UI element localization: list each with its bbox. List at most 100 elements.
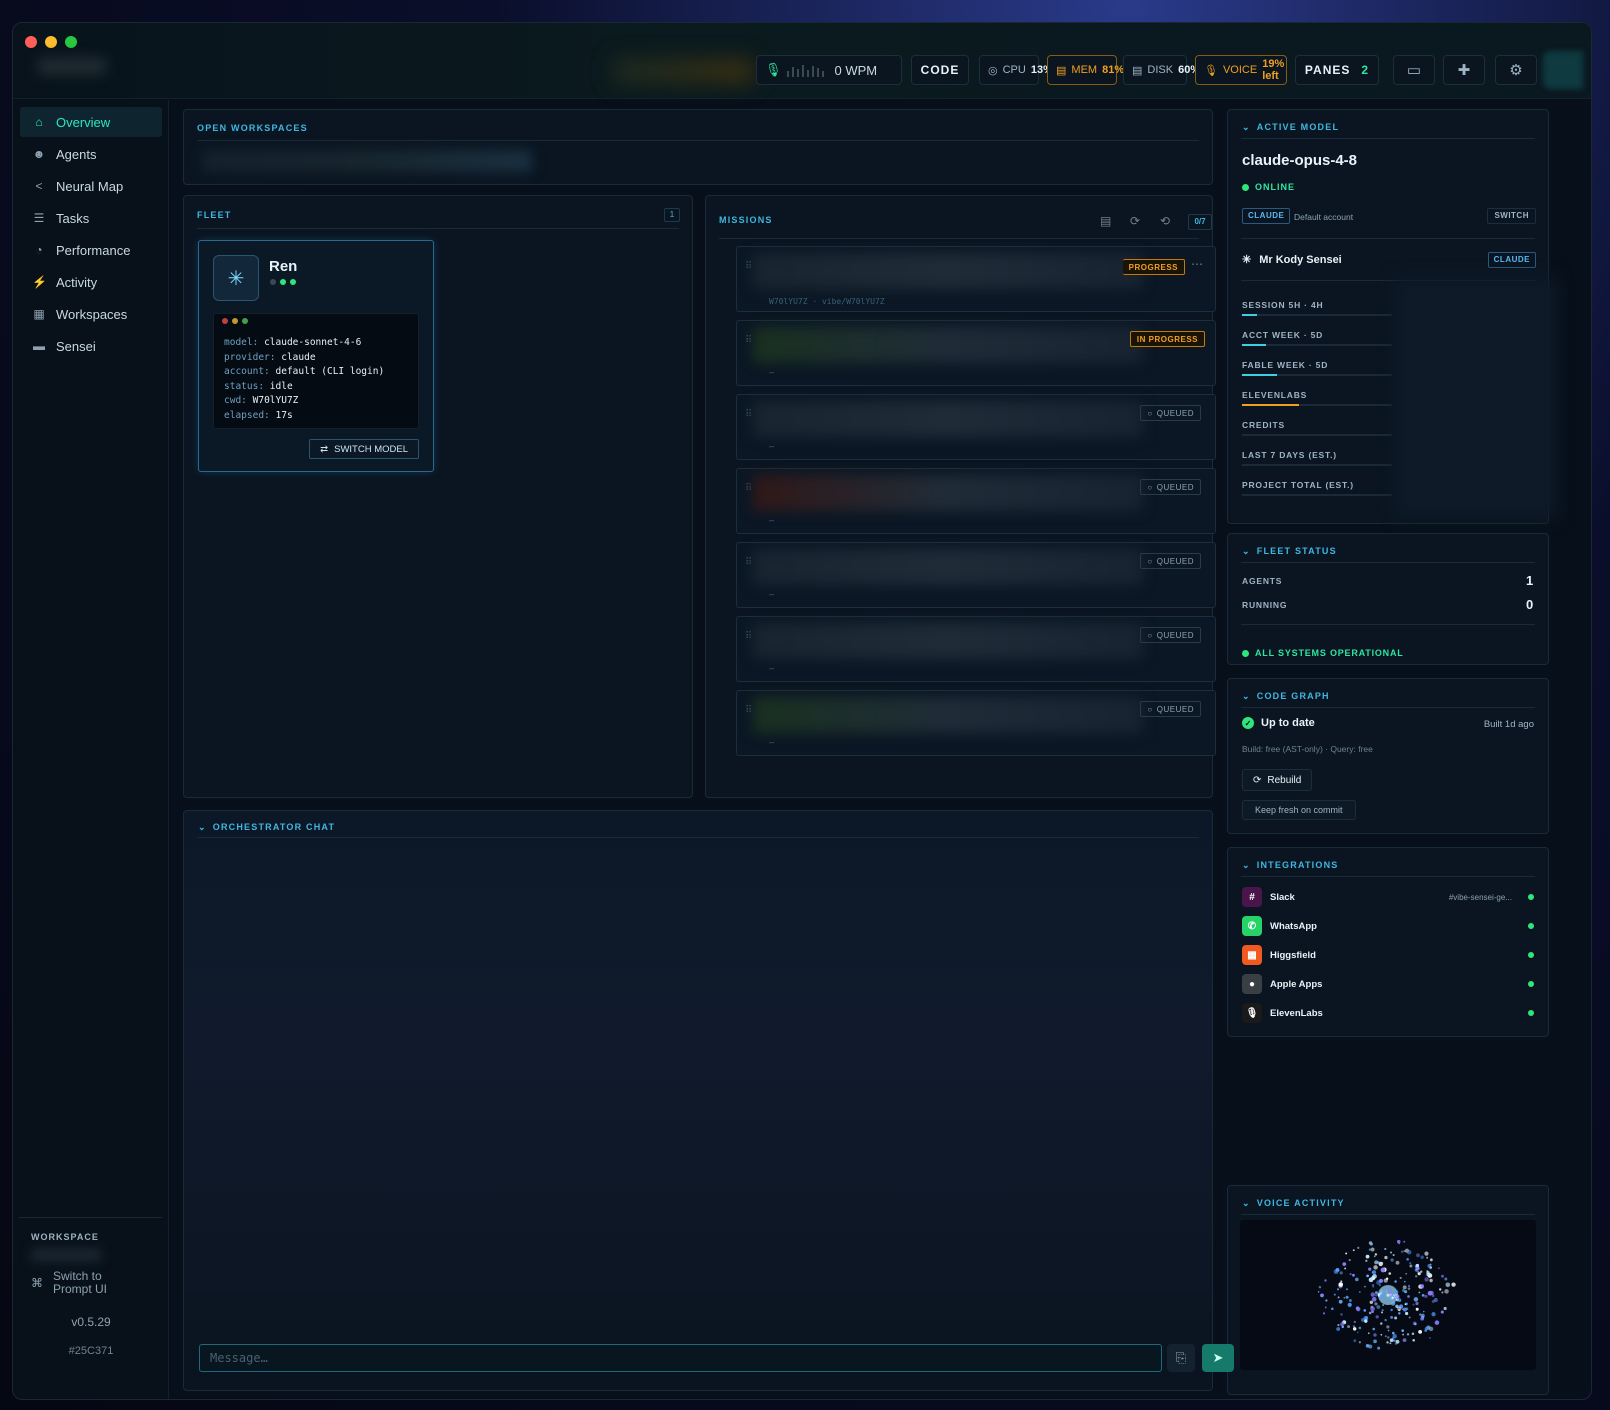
close-window-button[interactable] [25, 36, 37, 48]
puzzle-icon[interactable]: ✚ [1443, 55, 1485, 85]
voice-input-meter[interactable]: 🎙 0 WPM [756, 55, 902, 85]
list-item[interactable]: ⠿ ○ QUEUED – [736, 394, 1216, 460]
orb-particle [1340, 1313, 1343, 1316]
voice-label: VOICE [1222, 64, 1258, 76]
drag-handle-icon[interactable]: ⠿ [745, 409, 752, 420]
sidebar-item-workspaces[interactable]: ▦ Workspaces [20, 299, 162, 329]
more-icon[interactable]: ⋯ [1191, 257, 1203, 271]
orb-particle [1416, 1253, 1420, 1258]
usage-bar-fill [1242, 314, 1257, 316]
list-item[interactable]: ⠿ IN PROGRESS – [736, 320, 1216, 386]
integration-apple-apps[interactable]: ● Apple Apps [1242, 973, 1534, 995]
workspace-tabs[interactable] [202, 150, 532, 172]
switch-model-button[interactable]: ⇄ SWITCH MODEL [309, 439, 419, 459]
switch-model-button[interactable]: SWITCH [1487, 208, 1536, 224]
orb-particle [1380, 1333, 1383, 1336]
sidebar-item-agents[interactable]: ☻ Agents [20, 139, 162, 169]
integration-slack[interactable]: # Slack #vibe-sensei-ge... [1242, 886, 1534, 908]
integration-channel: #vibe-sensei-ge... [1448, 892, 1512, 902]
minimize-window-button[interactable] [45, 36, 57, 48]
orb-particle [1357, 1246, 1360, 1249]
sidebar-item-neural-map[interactable]: < Neural Map [20, 171, 162, 201]
orb-particle [1324, 1306, 1327, 1309]
panel-title[interactable]: ⌄ ORCHESTRATOR CHAT [198, 822, 335, 833]
usage-bar [1242, 314, 1392, 316]
orb-particle [1384, 1318, 1387, 1322]
list-item[interactable]: ⠿ PROGRESS ⋯ W70lYU7Z · vibe/W70lYU7Z [736, 246, 1216, 312]
agent-card[interactable]: ✳ Ren model: claude-sonnet-4-6 provider:… [198, 240, 434, 472]
orb-particle [1372, 1285, 1375, 1288]
mission-subtitle: – [769, 367, 775, 377]
message-input[interactable]: Message… [199, 1344, 1162, 1372]
switch-prompt-ui-button[interactable]: ⌘ Switch to Prompt UI [31, 1270, 123, 1296]
sidebar-item-sensei[interactable]: ▬ Sensei [20, 331, 162, 361]
sidebar-item-performance[interactable]: ◔ Performance [20, 235, 162, 265]
send-button[interactable]: ➤ [1202, 1344, 1234, 1372]
paperclip-icon[interactable]: ⎘ [1167, 1344, 1195, 1372]
orb-particle [1403, 1250, 1406, 1253]
sidebar: ⌂ Overview ☻ Agents < Neural Map ☰ Tasks… [13, 100, 169, 1399]
orb-particle [1424, 1294, 1428, 1299]
window-controls [25, 36, 77, 48]
monitor-icon[interactable]: ▭ [1393, 55, 1435, 85]
refresh-icon[interactable]: ⟳ [1130, 214, 1140, 228]
orb-particle [1377, 1346, 1381, 1350]
history-icon[interactable]: ⟲ [1160, 214, 1170, 228]
sidebar-item-activity[interactable]: ⚡ Activity [20, 267, 162, 297]
terminal-line: elapsed: 17s [224, 409, 293, 421]
mission-title [753, 475, 1143, 511]
chevron-down-icon: ⌄ [1242, 546, 1251, 556]
panel-title[interactable]: ⌄ INTEGRATIONS [1242, 860, 1338, 871]
voice-value: 19% left [1262, 58, 1285, 82]
list-item[interactable]: ⠿ ○ QUEUED – [736, 542, 1216, 608]
integration-higgsfield[interactable]: ▦ Higgsfield [1242, 944, 1534, 966]
orb-particle [1372, 1274, 1377, 1279]
panes-button[interactable]: PANES 2 [1295, 55, 1379, 85]
drag-handle-icon[interactable]: ⠿ [745, 335, 752, 346]
maximize-window-button[interactable] [65, 36, 77, 48]
fleet-status-panel: ⌄ FLEET STATUS AGENTS 1 RUNNING 0 ALL SYSTE… [1227, 533, 1549, 665]
usage-bar-fill [1242, 374, 1277, 376]
orb-particle [1411, 1332, 1415, 1336]
sidebar-item-label: Neural Map [56, 178, 124, 194]
sidebar-item-overview[interactable]: ⌂ Overview [20, 107, 162, 137]
drag-handle-icon[interactable]: ⠿ [745, 261, 752, 272]
mode-button[interactable]: CODE [911, 55, 969, 85]
keep-fresh-toggle[interactable]: Keep fresh on commit [1242, 800, 1356, 820]
rebuild-button[interactable]: ⟳ Rebuild [1242, 769, 1313, 791]
orb-particle [1415, 1301, 1419, 1306]
integration-name: Higgsfield [1270, 949, 1316, 961]
gear-icon[interactable]: ⚙ [1495, 55, 1537, 85]
panel-title[interactable]: ⌄ VOICE ACTIVITY [1242, 1198, 1345, 1209]
sidebar-item-tasks[interactable]: ☰ Tasks [20, 203, 162, 233]
drag-handle-icon[interactable]: ⠿ [745, 483, 752, 494]
avatar[interactable] [1543, 51, 1583, 89]
orb-particle [1336, 1327, 1341, 1331]
orb-particle [1397, 1306, 1402, 1311]
orb-particle [1369, 1242, 1373, 1246]
panel-title[interactable]: ⌄ ACTIVE MODEL [1242, 122, 1339, 133]
list-item[interactable]: ⠿ ○ QUEUED – [736, 690, 1216, 756]
panel-title[interactable]: ⌄ FLEET STATUS [1242, 546, 1337, 557]
list-item[interactable]: ⠿ ○ QUEUED – [736, 616, 1216, 682]
panel-title[interactable]: ⌄ CODE GRAPH [1242, 691, 1330, 702]
orb-particle [1429, 1278, 1433, 1283]
drag-handle-icon[interactable]: ⠿ [745, 631, 752, 642]
usage-label: ELEVENLABS [1242, 390, 1308, 400]
usage-bar [1242, 434, 1392, 436]
orb-particle [1370, 1306, 1375, 1312]
orb-particle [1391, 1331, 1395, 1335]
sidebar-item-label: Activity [56, 274, 98, 290]
orb-particle [1402, 1338, 1407, 1342]
swap-icon: ⇄ [320, 443, 329, 455]
integration-elevenlabs[interactable]: 🎙 ElevenLabs [1242, 1002, 1534, 1024]
list-item[interactable]: ⠿ ○ QUEUED – [736, 468, 1216, 534]
orb-particle [1382, 1295, 1384, 1298]
drag-handle-icon[interactable]: ⠿ [745, 557, 752, 568]
orb-particle [1395, 1339, 1400, 1344]
drag-handle-icon[interactable]: ⠿ [745, 705, 752, 716]
integration-whatsapp[interactable]: ✆ WhatsApp [1242, 915, 1534, 937]
orb-particle [1337, 1296, 1340, 1299]
archive-icon[interactable]: ▤ [1100, 214, 1111, 228]
orb-particle [1424, 1277, 1429, 1282]
